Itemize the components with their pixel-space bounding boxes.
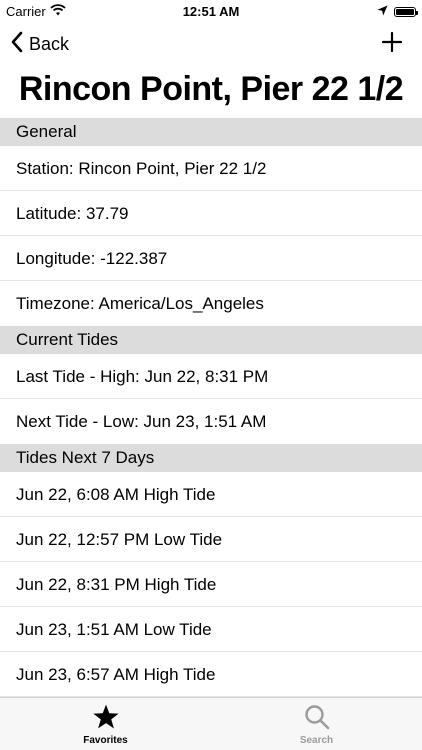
navigation-bar: Back xyxy=(0,22,422,66)
list-item-latitude[interactable]: Latitude: 37.79 xyxy=(0,191,422,236)
list-item-tide[interactable]: Jun 22, 6:08 AM High Tide xyxy=(0,472,422,517)
location-arrow-icon xyxy=(377,4,388,19)
status-time: 12:51 AM xyxy=(182,4,240,19)
tab-favorites-label: Favorites xyxy=(83,735,128,746)
chevron-left-icon xyxy=(10,31,23,58)
list-item-station[interactable]: Station: Rincon Point, Pier 22 1/2 xyxy=(0,146,422,191)
list-item-tide[interactable]: Jun 23, 1:51 AM Low Tide xyxy=(0,607,422,652)
battery-icon xyxy=(394,6,418,17)
list-item-tide[interactable]: Jun 23, 6:57 AM High Tide xyxy=(0,652,422,697)
status-bar: Carrier 12:51 AM xyxy=(0,0,422,22)
section-header-general: General xyxy=(0,118,422,146)
list-item-timezone[interactable]: Timezone: America/Los_Angeles xyxy=(0,281,422,326)
back-button[interactable]: Back xyxy=(10,28,69,60)
back-button-label: Back xyxy=(29,33,70,54)
page-title: Rincon Point, Pier 22 1/2 xyxy=(18,70,404,108)
list-item-longitude[interactable]: Longitude: -122.387 xyxy=(0,236,422,281)
list-item-next-tide[interactable]: Next Tide - Low: Jun 23, 1:51 AM xyxy=(0,399,422,444)
tab-search[interactable]: Search xyxy=(211,698,422,750)
star-icon xyxy=(92,704,120,733)
list-item-tide[interactable]: Jun 22, 12:57 PM Low Tide xyxy=(0,517,422,562)
status-right xyxy=(377,4,418,19)
plus-icon xyxy=(381,31,403,57)
section-header-current-tides: Current Tides xyxy=(0,326,422,354)
search-icon xyxy=(304,704,330,733)
tab-bar: Favorites Search xyxy=(0,697,422,750)
station-detail-list[interactable]: General Station: Rincon Point, Pier 22 1… xyxy=(0,118,422,697)
list-item-last-tide[interactable]: Last Tide - High: Jun 22, 8:31 PM xyxy=(0,354,422,399)
list-item-tide[interactable]: Jun 22, 8:31 PM High Tide xyxy=(0,562,422,607)
tab-favorites[interactable]: Favorites xyxy=(0,698,211,750)
tab-search-label: Search xyxy=(299,735,334,746)
section-header-next-7-days: Tides Next 7 Days xyxy=(0,444,422,472)
add-favorite-button[interactable] xyxy=(376,28,408,60)
